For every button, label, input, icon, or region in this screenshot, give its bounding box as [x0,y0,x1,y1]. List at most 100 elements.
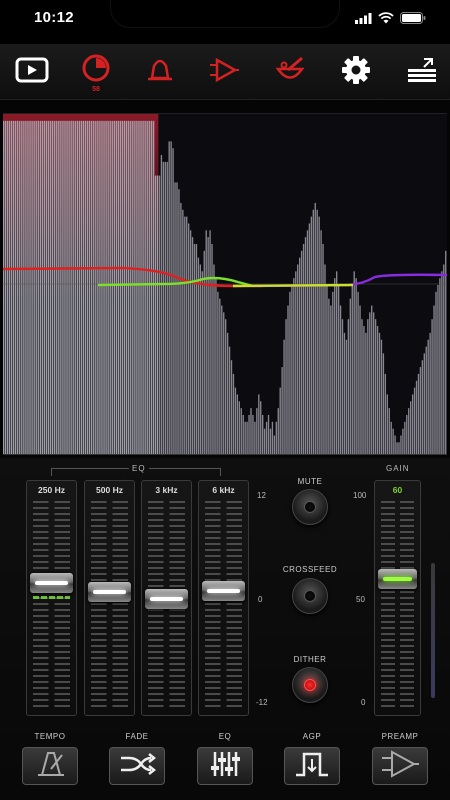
spectrum-bar [382,353,385,454]
spectrum-bar [184,216,186,454]
slider-ticks [33,501,70,707]
gain-scale-mid: 50 [356,595,365,604]
dither-button[interactable] [292,667,328,703]
crossfeed-label: CROSSFEED [282,565,338,574]
spectrum-bar [230,360,233,454]
eq-slider-250hz[interactable]: 250 Hz [26,480,77,716]
status-icons [355,11,426,29]
toolbar-timer-button[interactable]: 58 [76,52,116,93]
spectrum-bar [30,120,32,454]
spectrum-bar [100,120,102,454]
spectrum-bar [322,243,324,454]
spectrum-bar [226,332,229,454]
fade-label: FADE [125,732,149,741]
spectrum-bar [211,243,213,454]
mute-button[interactable] [292,489,328,525]
spectrum-bar [234,387,237,454]
eq-sliders-icon [205,749,245,784]
spectrum-bar [423,353,425,454]
spectrum-bar [353,271,355,454]
crossfeed-button[interactable] [292,578,328,614]
spectrum-bar [61,120,63,454]
spectrum-bar [213,264,215,454]
eq-button[interactable] [197,747,253,785]
spectrum-bar [419,367,422,454]
mortar-pestle-icon [274,56,306,89]
spectrum-bar [373,312,375,454]
slider-knob[interactable] [145,589,188,609]
spectrum-bar [445,250,447,454]
toolbar-filter-button[interactable] [270,52,310,92]
spectrum-bar [26,120,28,454]
tempo-label: TEMPO [34,732,66,741]
spectrum-bar [131,120,133,454]
spectrum-bar [215,278,217,454]
spectrum-bar [394,435,396,454]
slider-knob[interactable] [202,580,245,601]
eq-slider-500hz[interactable]: 500 Hz [84,480,135,716]
spectrum-bar [427,339,429,454]
eq-slider-3khz[interactable]: 3 kHz [141,480,192,716]
agp-pulse-icon [292,749,332,784]
spectrum-bar [240,408,242,454]
spectrum-bar [197,257,200,454]
gain-knob[interactable] [378,569,417,590]
notch [110,0,340,28]
toolbar-video-button[interactable] [12,52,52,92]
spectrum-bar [402,428,404,454]
spectrum-bar [199,264,202,454]
spectrum-bar [267,414,270,454]
spectrum-bar [378,332,381,454]
fade-button[interactable] [109,747,165,785]
spectrum-bar [158,175,161,454]
spectrum-bar [361,319,363,454]
spectrum-bar [141,120,143,454]
spectrum-bar [154,175,157,454]
tempo-metronome-icon [30,749,70,784]
spectrum-bar [186,216,188,454]
spectrum-bar [431,319,433,454]
spectrum-analyzer[interactable] [3,113,447,455]
spectrum-bar [291,285,293,454]
preamp-label: PREAMP [381,732,419,741]
toolbar-menu-button[interactable] [402,52,442,92]
toolbar-settings-button[interactable] [336,52,376,92]
spectrum-bar [299,257,301,454]
spectrum-bar [57,120,59,454]
spectrum-bar [349,298,351,454]
spectrum-bar [170,141,172,454]
spectrum-bar [94,120,96,454]
spectrum-bar [359,305,361,454]
spectrum-bar [201,271,203,454]
slider-knob[interactable] [30,572,73,593]
crossfade-arrows-icon [117,749,157,784]
spectrum-bar [43,120,46,454]
spectrum-bar [188,223,190,454]
spectrum-bar [236,394,239,454]
spectrum-bar [193,243,196,454]
spectrum-bar [408,408,410,454]
agp-button[interactable] [284,747,340,785]
spectrum-bar [108,120,110,454]
spectrum-bar [380,339,383,454]
toolbar-alarm-button[interactable] [140,52,180,92]
tempo-button[interactable] [22,747,78,785]
gain-slider[interactable]: 60 [374,480,421,716]
spectrum-bar [367,319,369,454]
spectrum-bar [24,120,26,454]
spectrum-bar [178,189,180,454]
spectrum-bar [371,305,373,454]
spectrum-bar [285,319,287,454]
spectrum-bar [376,326,379,454]
spectrum-bar [156,175,159,454]
preamp-button[interactable] [372,747,428,785]
spectrum-bar [392,428,394,454]
eq-slider-6khz[interactable]: 6 kHz [198,480,249,716]
spectrum-bar [316,209,318,454]
toolbar-amp-button[interactable] [204,52,244,92]
spectrum-bar [145,120,147,454]
spectrum-bar [320,230,322,454]
spectrum-bar [330,305,332,454]
dither-indicator [304,679,316,691]
slider-knob[interactable] [88,582,131,603]
